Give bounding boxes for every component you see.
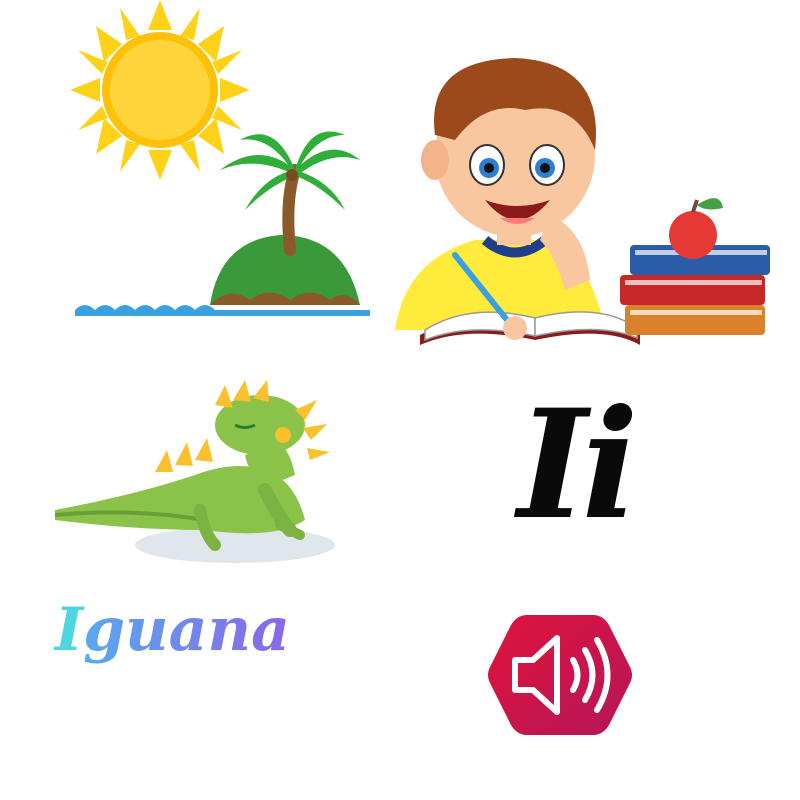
word-rest: guana [83,595,291,665]
palm-island-icon [75,131,370,316]
student-writing-illustration [395,58,770,345]
open-book [420,311,640,345]
letter-heading: Ii [470,380,680,550]
lowercase-letter: i [581,377,639,553]
play-sound-button[interactable] [485,605,635,745]
word-first-letter: I [55,595,84,665]
iguana-icon [55,380,335,563]
word-label: Iguana [55,590,345,670]
island-scene [70,0,370,316]
sun-icon [70,0,250,180]
uppercase-letter: I [517,377,587,553]
